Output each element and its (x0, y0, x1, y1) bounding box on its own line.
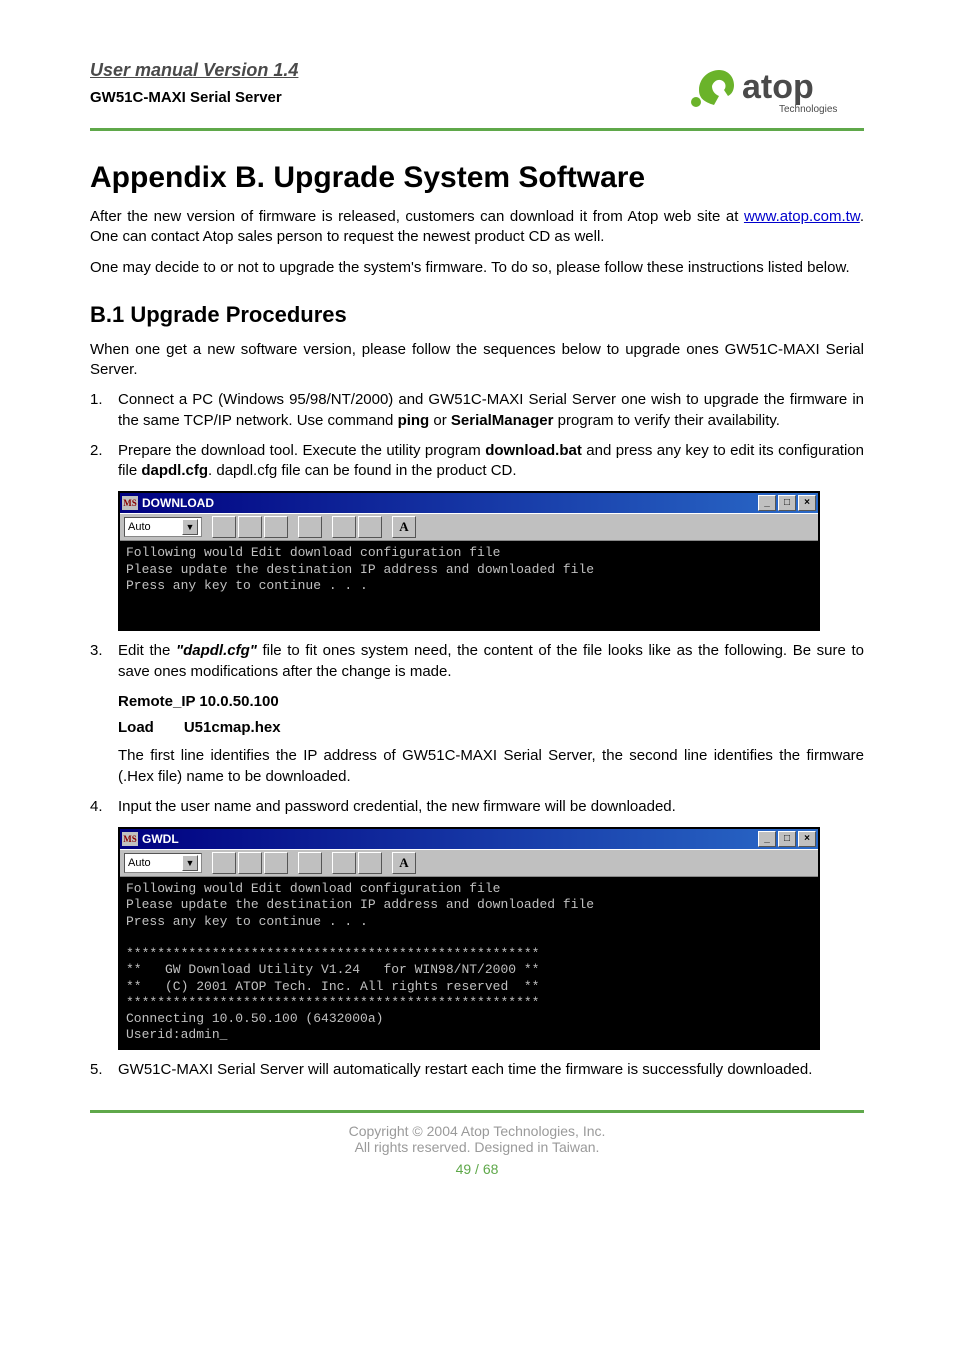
config-load: LoadU51cmap.hex (118, 718, 864, 738)
dropdown-arrow-icon: ▼ (182, 519, 198, 535)
toolbar-font-button[interactable]: A (392, 516, 416, 538)
toolbar-font-button[interactable]: A (392, 852, 416, 874)
console-output: Following would Edit download configurat… (120, 541, 818, 629)
subsection-heading: B.1 Upgrade Procedures (90, 302, 864, 328)
toolbar-background-button[interactable] (358, 516, 382, 538)
toolbar-paste-button[interactable] (264, 852, 288, 874)
window-title: GWDL (142, 832, 179, 846)
toolbar-properties-button[interactable] (332, 516, 356, 538)
copyright-line-1: Copyright © 2004 Atop Technologies, Inc. (90, 1123, 864, 1139)
svg-text:Technologies: Technologies (779, 104, 837, 115)
titlebar: MS DOWNLOAD _ □ × (120, 493, 818, 513)
close-button[interactable]: × (798, 495, 816, 511)
maximize-button[interactable]: □ (778, 495, 796, 511)
intro-paragraph-1: After the new version of firmware is rel… (90, 207, 864, 248)
msdos-icon: MS (122, 832, 138, 846)
msdos-icon: MS (122, 496, 138, 510)
appendix-heading: Appendix B. Upgrade System Software (90, 161, 864, 195)
minimize-button[interactable]: _ (758, 831, 776, 847)
gwdl-console-window: MS GWDL _ □ × Auto ▼ A (118, 827, 820, 1050)
step-5: 5. GW51C-MAXI Serial Server will automat… (90, 1060, 864, 1080)
toolbar-fullscreen-button[interactable] (298, 852, 322, 874)
header-subtitle: GW51C-MAXI Serial Server (90, 89, 298, 106)
toolbar-fullscreen-button[interactable] (298, 516, 322, 538)
copyright-line-2: All rights reserved. Designed in Taiwan. (90, 1139, 864, 1155)
toolbar-paste-button[interactable] (264, 516, 288, 538)
toolbar-properties-button[interactable] (332, 852, 356, 874)
console-toolbar: Auto ▼ A (120, 849, 818, 877)
toolbar-mark-button[interactable] (212, 852, 236, 874)
toolbar-copy-button[interactable] (238, 516, 262, 538)
page-header: User manual Version 1.4 GW51C-MAXI Seria… (90, 60, 864, 131)
procedures-intro: When one get a new software version, ple… (90, 340, 864, 381)
toolbar-copy-button[interactable] (238, 852, 262, 874)
step-3: 3. Edit the "dapdl.cfg" file to fit ones… (90, 641, 864, 682)
svg-text:atop: atop (742, 68, 814, 106)
download-console-window: MS DOWNLOAD _ □ × Auto ▼ A (118, 491, 820, 631)
window-title: DOWNLOAD (142, 496, 214, 510)
minimize-button[interactable]: _ (758, 495, 776, 511)
config-remote-ip: Remote_IP 10.0.50.100 (118, 692, 864, 712)
dropdown-arrow-icon: ▼ (182, 855, 198, 871)
console-toolbar: Auto ▼ A (120, 513, 818, 541)
titlebar: MS GWDL _ □ × (120, 829, 818, 849)
page-number: 49 / 68 (90, 1161, 864, 1177)
intro-paragraph-2: One may decide to or not to upgrade the … (90, 258, 864, 278)
toolbar-mark-button[interactable] (212, 516, 236, 538)
header-title: User manual Version 1.4 (90, 60, 298, 81)
close-button[interactable]: × (798, 831, 816, 847)
atop-logo: atop Technologies (684, 60, 864, 120)
page-footer: Copyright © 2004 Atop Technologies, Inc.… (90, 1110, 864, 1177)
step-2: 2. Prepare the download tool. Execute th… (90, 441, 864, 482)
toolbar-background-button[interactable] (358, 852, 382, 874)
maximize-button[interactable]: □ (778, 831, 796, 847)
font-size-select[interactable]: Auto ▼ (124, 853, 202, 873)
step-4: 4. Input the user name and password cred… (90, 797, 864, 817)
atop-website-link[interactable]: www.atop.com.tw (744, 208, 860, 225)
config-note: The first line identifies the IP address… (118, 746, 864, 787)
console-output: Following would Edit download configurat… (120, 877, 818, 1048)
font-size-select[interactable]: Auto ▼ (124, 517, 202, 537)
step-1: 1. Connect a PC (Windows 95/98/NT/2000) … (90, 390, 864, 431)
